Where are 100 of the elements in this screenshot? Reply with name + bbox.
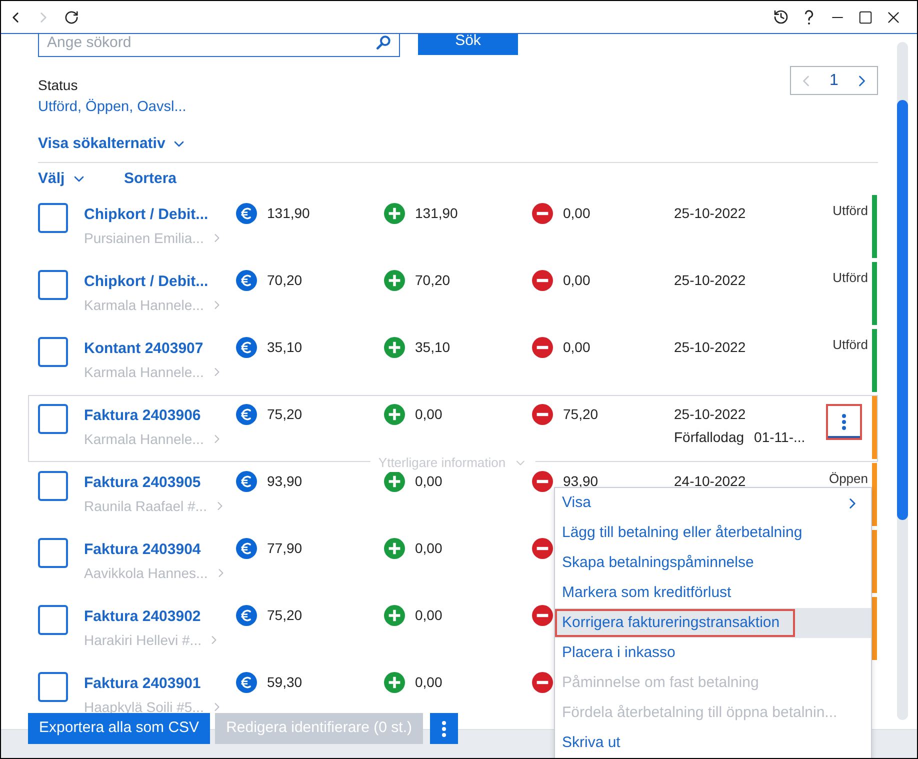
more-options-button[interactable] <box>430 713 458 744</box>
amount-value: 0,00 <box>415 472 442 491</box>
amount-value: 0,00 <box>563 338 590 357</box>
amount-value: 0,00 <box>563 271 590 290</box>
minus-icon <box>532 270 553 291</box>
euro-icon <box>236 471 257 492</box>
amount-value: 131,90 <box>415 204 458 223</box>
checkbox[interactable] <box>38 404 68 434</box>
sort-button[interactable]: Sortera <box>124 169 177 189</box>
euro-icon <box>236 672 257 693</box>
euro-icon <box>236 337 257 358</box>
euro-icon <box>236 270 257 291</box>
amount-value: 131,90 <box>267 204 310 223</box>
date: 25-10-2022 <box>674 405 746 424</box>
transaction-link[interactable]: Faktura 2403905 <box>84 473 201 493</box>
amount-value: 75,20 <box>563 405 598 424</box>
customer-name: Karmala Hannele... <box>84 430 204 449</box>
status-label: Utförd <box>832 202 868 220</box>
checkbox[interactable] <box>38 672 68 702</box>
euro-icon <box>236 605 257 626</box>
select-dropdown[interactable]: Välj <box>38 169 124 189</box>
status-label: Utförd <box>832 336 868 354</box>
scrollbar-thumb[interactable] <box>897 100 908 520</box>
customer-name: Karmala Hannele... <box>84 296 204 315</box>
amount-value: 0,00 <box>415 673 442 692</box>
status-label: Utförd <box>832 269 868 287</box>
amount-value: 0,00 <box>563 204 590 223</box>
refresh-icon[interactable] <box>64 10 78 24</box>
plus-icon <box>384 605 405 626</box>
plus-icon <box>384 203 405 224</box>
page-number: 1 <box>830 70 838 90</box>
euro-icon <box>236 538 257 559</box>
amount-value: 93,90 <box>563 472 598 491</box>
date: 25-10-2022 <box>674 338 746 357</box>
checkbox[interactable] <box>38 270 68 300</box>
customer-name: Karmala Hannele... <box>84 363 204 382</box>
menu-item[interactable]: Skriva ut <box>555 728 871 758</box>
transaction-link[interactable]: Faktura 2403902 <box>84 607 201 627</box>
customer-name: Harakiri Hellevi #... <box>84 631 202 650</box>
customer-name: Raunila Raafael #... <box>84 497 207 516</box>
checkbox[interactable] <box>38 605 68 635</box>
checkbox[interactable] <box>38 203 68 233</box>
due-date-label: Förfallodag <box>674 428 744 447</box>
plus-icon <box>384 337 405 358</box>
help-icon[interactable] <box>804 10 814 24</box>
date: 24-10-2022 <box>674 472 746 491</box>
search-button[interactable]: Sök <box>418 34 518 55</box>
vertical-ellipsis-icon <box>842 414 846 430</box>
plus-icon <box>384 270 405 291</box>
history-icon[interactable] <box>773 9 789 25</box>
transaction-link[interactable]: Chipkort / Debit... <box>84 272 208 292</box>
minus-icon <box>532 404 553 425</box>
amount-value: 0,00 <box>415 539 442 558</box>
euro-icon <box>236 203 257 224</box>
amount-value: 35,10 <box>415 338 450 357</box>
menu-item[interactable]: Visa <box>555 488 871 518</box>
action-button[interactable]: Exportera alla som CSV <box>28 713 210 744</box>
amount-value: 59,30 <box>267 673 302 692</box>
checkbox[interactable] <box>38 471 68 501</box>
date: 25-10-2022 <box>674 271 746 290</box>
menu-item[interactable]: Lägg till betalning eller återbetalning <box>555 518 871 548</box>
amount-value: 75,20 <box>267 405 302 424</box>
transaction-link[interactable]: Kontant 2403907 <box>84 339 204 359</box>
amount-value: 70,20 <box>267 271 302 290</box>
menu-item[interactable]: Skapa betalningspåminnelse <box>555 548 871 578</box>
euro-icon <box>236 404 257 425</box>
transaction-link[interactable]: Chipkort / Debit... <box>84 205 208 225</box>
scrollbar-track[interactable] <box>897 42 908 720</box>
row-actions-button[interactable] <box>826 404 862 440</box>
vertical-ellipsis-icon <box>442 720 446 736</box>
amount-value: 70,20 <box>415 271 450 290</box>
transaction-link[interactable]: Faktura 2403906 <box>84 406 201 426</box>
status-label: Öppen <box>828 470 868 488</box>
customer-name: Aavikkola Hannes... <box>84 564 208 583</box>
maximize-icon[interactable] <box>858 10 872 24</box>
search-options-toggle[interactable]: Visa sökalternativ <box>38 133 188 155</box>
amount-value: 0,00 <box>415 606 442 625</box>
minus-icon <box>532 203 553 224</box>
search-icon[interactable] <box>376 35 391 50</box>
amount-value: 75,20 <box>267 606 302 625</box>
menu-item[interactable]: Placera i inkasso <box>555 638 871 668</box>
customer-name: Pursiainen Emilia... <box>84 229 204 248</box>
transaction-link[interactable]: Faktura 2403904 <box>84 540 201 560</box>
amount-value: 93,90 <box>267 472 302 491</box>
transaction-link[interactable]: Faktura 2403901 <box>84 674 201 694</box>
status-filter-label: Status <box>38 76 78 95</box>
menu-item[interactable]: Markera som kreditförlust <box>555 578 871 608</box>
status-filter-value[interactable]: Utförd, Öppen, Oavsl... <box>38 96 186 118</box>
checkbox[interactable] <box>38 337 68 367</box>
menu-item[interactable]: Korrigera faktureringstransaktion <box>555 608 871 638</box>
amount-value: 35,10 <box>267 338 302 357</box>
amount-value: 0,00 <box>415 405 442 424</box>
plus-icon <box>384 538 405 559</box>
plus-icon <box>384 672 405 693</box>
due-date: 01-11-... <box>754 428 806 447</box>
checkbox[interactable] <box>38 538 68 568</box>
minus-icon <box>532 337 553 358</box>
search-field[interactable]: Ange sökord <box>38 34 400 57</box>
amount-value: 77,90 <box>267 539 302 558</box>
date: 25-10-2022 <box>674 204 746 223</box>
